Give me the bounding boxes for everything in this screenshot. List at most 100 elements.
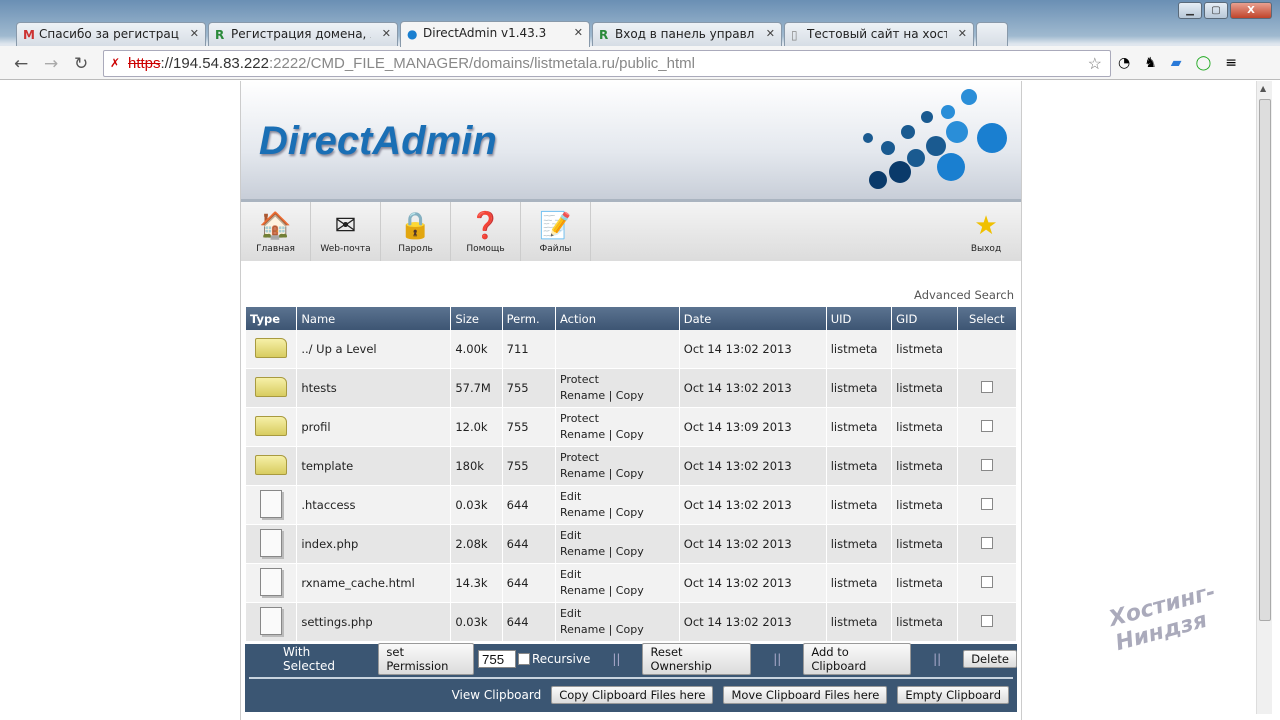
protect-or-edit-link[interactable]: Edit	[560, 490, 581, 503]
perm-cell[interactable]: 711	[502, 330, 555, 369]
perm-cell[interactable]: 755	[502, 408, 555, 447]
menu-help[interactable]: ❓ Помощь	[451, 202, 521, 261]
move-clipboard-files-button[interactable]: Move Clipboard Files here	[723, 686, 888, 704]
new-tab-button[interactable]	[976, 22, 1008, 46]
select-checkbox[interactable]	[980, 497, 993, 510]
protect-or-edit-link[interactable]: Protect	[560, 451, 599, 464]
folder-icon[interactable]	[255, 376, 288, 397]
select-checkbox[interactable]	[980, 380, 993, 393]
rename-copy-links[interactable]: Rename | Copy	[560, 467, 644, 480]
perm-cell[interactable]: 644	[502, 603, 555, 642]
column-header[interactable]: Type	[246, 307, 297, 330]
menu-logout[interactable]: ★ Выход	[951, 202, 1021, 254]
folder-icon[interactable]	[255, 337, 288, 358]
close-tab-icon[interactable]: ✕	[766, 27, 775, 40]
column-header[interactable]: Select	[957, 307, 1016, 330]
copy-clipboard-files-button[interactable]: Copy Clipboard Files here	[551, 686, 714, 704]
rename-copy-links[interactable]: Rename | Copy	[560, 506, 644, 519]
add-to-clipboard-button[interactable]: Add to Clipboard	[803, 643, 912, 675]
column-header[interactable]: Name	[297, 307, 451, 330]
bookmark-star-icon[interactable]: ☆	[1088, 54, 1102, 74]
file-name-link[interactable]: template	[297, 447, 451, 486]
menu-password[interactable]: 🔒 Пароль	[381, 202, 451, 261]
page-scrollbar[interactable]: ▲	[1256, 81, 1272, 714]
file-name-link[interactable]: index.php	[297, 525, 451, 564]
protect-or-edit-link[interactable]: Edit	[560, 529, 581, 542]
column-header[interactable]: Action	[555, 307, 679, 330]
file-icon[interactable]	[260, 606, 283, 635]
column-header[interactable]: Date	[679, 307, 826, 330]
rename-copy-links[interactable]: Rename | Copy	[560, 584, 644, 597]
close-tab-icon[interactable]: ✕	[190, 27, 199, 40]
file-name-link[interactable]: rxname_cache.html	[297, 564, 451, 603]
column-header[interactable]: Perm.	[502, 307, 555, 330]
rename-copy-links[interactable]: Rename | Copy	[560, 545, 644, 558]
file-icon[interactable]	[260, 528, 283, 557]
perm-cell[interactable]: 644	[502, 564, 555, 603]
close-tab-icon[interactable]: ✕	[958, 27, 967, 40]
select-checkbox[interactable]	[980, 536, 993, 549]
back-icon[interactable]: ←	[14, 54, 28, 74]
perm-cell[interactable]: 755	[502, 369, 555, 408]
advanced-search-link[interactable]: Advanced Search	[914, 288, 1014, 302]
scroll-up-icon[interactable]: ▲	[1260, 84, 1266, 93]
file-icon[interactable]	[260, 489, 283, 518]
recursive-checkbox[interactable]	[517, 653, 530, 665]
menu-home[interactable]: 🏠 Главная	[241, 202, 311, 261]
clock-extension-icon[interactable]: ◔	[1118, 55, 1130, 71]
select-checkbox[interactable]	[980, 575, 993, 588]
extension-circle-icon[interactable]: ◯	[1196, 55, 1212, 71]
tab-domain-registration[interactable]: R Регистрация домена, Хо ✕	[208, 22, 398, 46]
folder-icon[interactable]	[255, 415, 288, 436]
file-name-link[interactable]: ../ Up a Level	[297, 330, 451, 369]
close-window-button[interactable]: X	[1230, 2, 1272, 19]
column-header[interactable]: GID	[892, 307, 957, 330]
menu-webmail[interactable]: ✉ Web-почта	[311, 202, 381, 261]
set-permission-button[interactable]: set Permission	[378, 643, 474, 675]
select-checkbox[interactable]	[980, 419, 993, 432]
menu-files[interactable]: 📝 Файлы	[521, 202, 591, 261]
protect-or-edit-link[interactable]: Edit	[560, 607, 581, 620]
rename-copy-links[interactable]: Rename | Copy	[560, 623, 644, 636]
perm-cell[interactable]: 755	[502, 447, 555, 486]
protect-or-edit-link[interactable]: Protect	[560, 412, 599, 425]
close-tab-icon[interactable]: ✕	[382, 27, 391, 40]
file-icon[interactable]	[260, 567, 283, 596]
perm-cell[interactable]: 644	[502, 486, 555, 525]
select-cell	[957, 486, 1016, 525]
rename-copy-links[interactable]: Rename | Copy	[560, 389, 644, 402]
tab-test-site[interactable]: ▯ Тестовый сайт на хостин ✕	[784, 22, 974, 46]
delete-button[interactable]: Delete	[963, 650, 1017, 668]
permission-input[interactable]	[477, 650, 516, 668]
rename-copy-links[interactable]: Rename | Copy	[560, 428, 644, 441]
file-name-link[interactable]: settings.php	[297, 603, 451, 642]
tab-gmail[interactable]: M Спасибо за регистрацию ✕	[16, 22, 206, 46]
file-name-link[interactable]: .htaccess	[297, 486, 451, 525]
file-name-link[interactable]: htests	[297, 369, 451, 408]
column-header[interactable]: UID	[826, 307, 892, 330]
reload-icon[interactable]: ↻	[74, 54, 88, 74]
forward-icon[interactable]: →	[44, 54, 58, 74]
tab-control-panel-login[interactable]: R Вход в панель управлени ✕	[592, 22, 782, 46]
select-checkbox[interactable]	[980, 458, 993, 471]
maximize-button[interactable]: ▢	[1204, 2, 1228, 19]
select-cell	[957, 369, 1016, 408]
reset-ownership-button[interactable]: Reset Ownership	[642, 643, 752, 675]
perm-cell[interactable]: 644	[502, 525, 555, 564]
file-name-link[interactable]: profil	[297, 408, 451, 447]
folder-icon[interactable]	[255, 454, 288, 475]
scrollbar-thumb[interactable]	[1259, 99, 1271, 621]
address-bar[interactable]: ✗ https://194.54.83.222:2222/CMD_FILE_MA…	[103, 50, 1111, 77]
extension-icon[interactable]: ▰	[1171, 55, 1182, 71]
protect-or-edit-link[interactable]: Edit	[560, 568, 581, 581]
tab-directadmin[interactable]: ● DirectAdmin v1.43.3 ✕	[400, 21, 590, 47]
column-header[interactable]: Size	[451, 307, 502, 330]
protect-or-edit-link[interactable]: Protect	[560, 373, 599, 386]
minimize-button[interactable]: ▁	[1178, 2, 1202, 19]
menu-icon[interactable]: ≡	[1225, 55, 1237, 71]
select-checkbox[interactable]	[980, 614, 993, 627]
empty-clipboard-button[interactable]: Empty Clipboard	[897, 686, 1009, 704]
close-tab-icon[interactable]: ✕	[574, 26, 583, 39]
view-clipboard-link[interactable]: View Clipboard	[452, 688, 542, 702]
evernote-extension-icon[interactable]: ♞	[1144, 55, 1157, 71]
